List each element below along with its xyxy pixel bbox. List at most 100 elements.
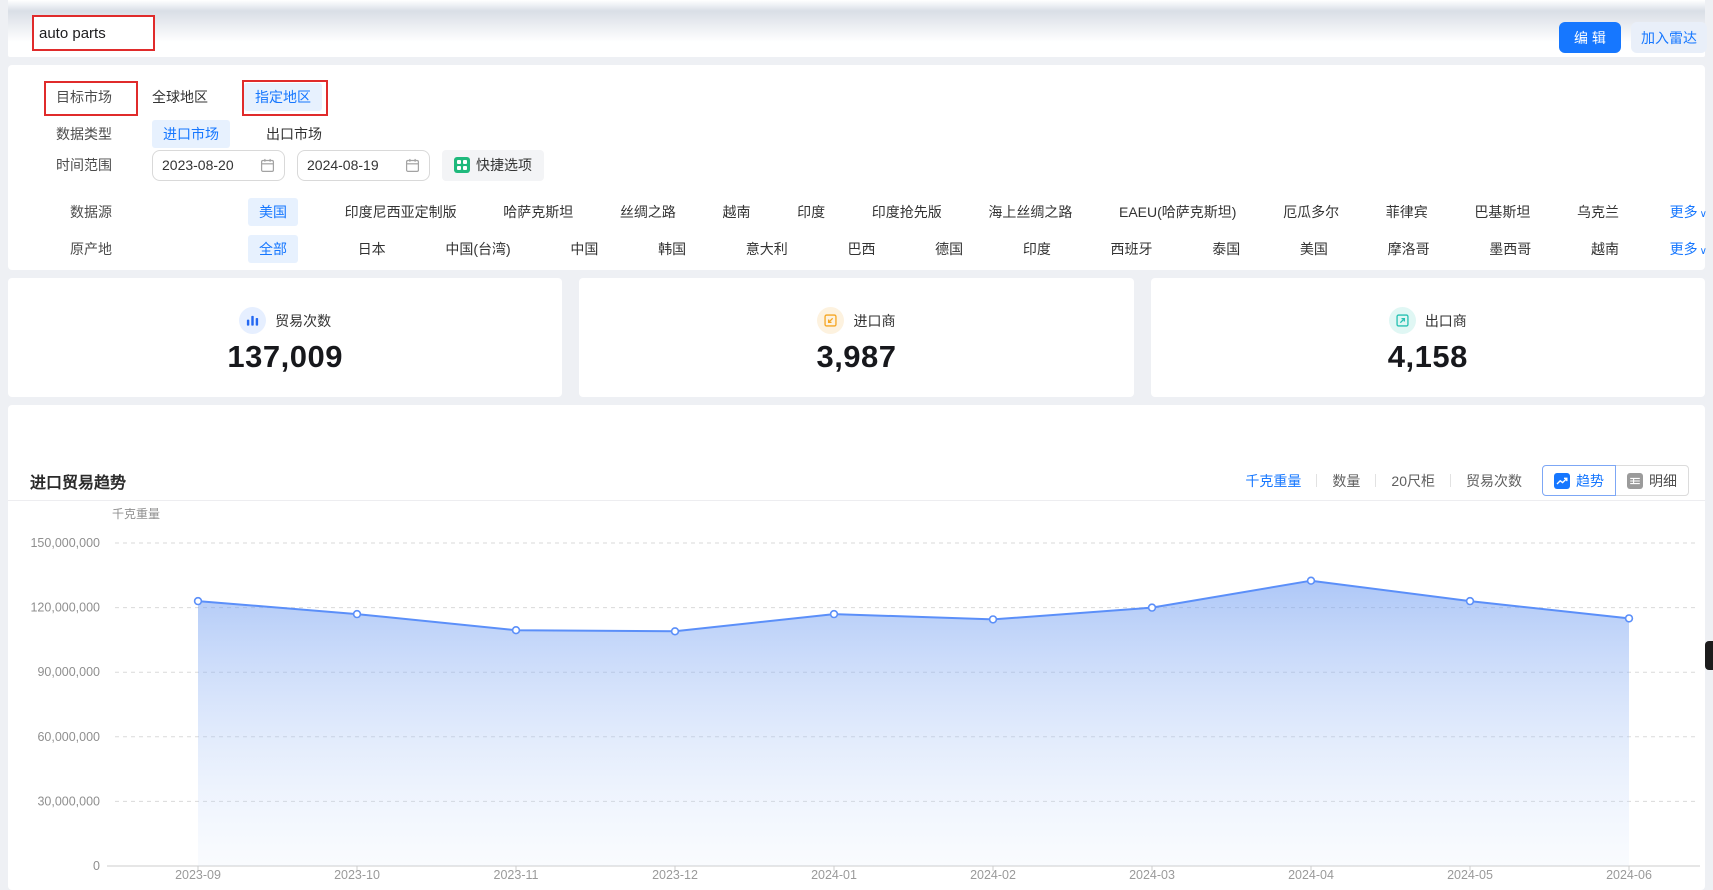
filter-option[interactable]: 哈萨克斯坦 [503, 202, 573, 222]
filter-option[interactable]: 出口市场 [266, 124, 322, 144]
add-to-radar-button[interactable]: 加入雷达 [1631, 22, 1707, 53]
filter-option[interactable]: 指定地区 [244, 83, 322, 111]
stat-card: 进口商3,987 [579, 278, 1133, 397]
x-axis-tick-label: 2023-10 [334, 868, 380, 882]
filter-option[interactable]: 中国(台湾) [445, 239, 510, 259]
filter-option[interactable]: 德国 [935, 239, 963, 259]
time-range-label: 时间范围 [8, 155, 112, 175]
filter-option[interactable]: 菲律宾 [1386, 202, 1428, 222]
target-market-label: 目标市场 [8, 87, 112, 107]
data-point[interactable] [1626, 615, 1633, 622]
data-source-more-link[interactable]: 更多∨ [1670, 202, 1707, 222]
quick-options-label: 快捷选项 [476, 155, 532, 175]
x-axis-tick-label: 2024-02 [970, 868, 1016, 882]
bar-chart-icon [239, 307, 266, 334]
filter-option[interactable]: 墨西哥 [1489, 239, 1531, 259]
x-axis-tick-label: 2023-09 [175, 868, 221, 882]
origin-options: 全部 日本 中国(台湾) 中国 韩国 意大利 巴西 德国 印度 西班牙 泰国 美国 摩洛哥 墨西哥 越南 [248, 235, 1619, 263]
divider [1450, 474, 1451, 487]
filter-option[interactable]: 巴基斯坦 [1474, 202, 1530, 222]
filter-option[interactable]: EAEU(哈萨克斯坦) [1119, 202, 1236, 222]
search-input[interactable]: auto parts [32, 15, 155, 51]
filter-option[interactable]: 乌克兰 [1577, 202, 1619, 222]
data-point[interactable] [354, 611, 361, 618]
divider [1316, 474, 1317, 487]
chart-title: 进口贸易趋势 [30, 469, 126, 493]
page: { "glyphs": {"chevron_down": "∨"}, "colo… [0, 0, 1713, 878]
filter-option[interactable]: 巴西 [847, 239, 875, 259]
filter-option[interactable]: 意大利 [746, 239, 788, 259]
filter-option[interactable]: 越南 [1591, 239, 1619, 259]
filter-panel: 目标市场 全球地区指定地区 数据类型 进口市场出口市场 时间范围 2023-08… [8, 65, 1705, 270]
filter-option[interactable]: 海上丝绸之路 [988, 202, 1072, 222]
data-point[interactable] [831, 611, 838, 618]
filter-option[interactable]: 丝绸之路 [620, 202, 676, 222]
filter-option[interactable]: 摩洛哥 [1388, 239, 1430, 259]
view-toggle-明细[interactable]: 明细 [1615, 465, 1689, 496]
filter-option[interactable]: 泰国 [1212, 239, 1240, 259]
exporter-icon [1389, 307, 1416, 334]
data-point[interactable] [513, 627, 520, 634]
stat-value: 4,158 [1388, 339, 1468, 375]
data-point[interactable] [1467, 598, 1474, 605]
chevron-down-icon: ∨ [1700, 209, 1707, 220]
metric-tab[interactable]: 20尺柜 [1391, 471, 1435, 491]
filter-option[interactable]: 西班牙 [1111, 239, 1153, 259]
filter-option[interactable]: 全部 [248, 235, 298, 263]
search-input-value: auto parts [39, 25, 106, 42]
view-toggle-趋势[interactable]: 趋势 [1542, 465, 1616, 496]
x-axis-tick-label: 2024-01 [811, 868, 857, 882]
filter-option[interactable]: 印度 [797, 202, 825, 222]
filter-row-data-source: 数据源 美国 印度尼西亚定制版 哈萨克斯坦 丝绸之路 越南 印度 印度抢先版 海上丝绸之路 EA… [8, 198, 1705, 226]
filter-row-target-market: 目标市场 全球地区 指定地区 [8, 82, 1705, 112]
more-label: 更多 [1670, 204, 1698, 220]
filter-option[interactable]: 中国 [570, 239, 598, 259]
trend-chart-panel: 进口贸易趋势 千克重量数量20尺柜贸易次数 趋势明细 千克重量 030,000,… [8, 405, 1705, 890]
view-toggle-label: 趋势 [1576, 471, 1604, 491]
more-label: 更多 [1670, 241, 1698, 257]
stat-card-head: 出口商 [1389, 307, 1467, 334]
origin-more-link[interactable]: 更多∨ [1670, 239, 1707, 259]
edit-button[interactable]: 编 辑 [1559, 22, 1621, 53]
metric-tab[interactable]: 数量 [1332, 471, 1360, 491]
filter-option[interactable]: 印度尼西亚定制版 [345, 202, 457, 222]
filter-option[interactable]: 美国 [1300, 239, 1328, 259]
x-axis-tick-label: 2024-05 [1447, 868, 1493, 882]
filter-option[interactable]: 全球地区 [152, 87, 208, 107]
data-point[interactable] [1308, 577, 1315, 584]
data-source-label: 数据源 [8, 202, 112, 222]
stat-label: 出口商 [1425, 311, 1467, 331]
end-date-value: 2024-08-19 [307, 157, 379, 173]
origin-label: 原产地 [8, 239, 112, 259]
y-axis-tick-label: 120,000,000 [30, 601, 100, 615]
data-point[interactable] [1149, 604, 1156, 611]
x-axis-tick-label: 2023-12 [652, 868, 698, 882]
filter-row-data-type: 数据类型 进口市场出口市场 [8, 119, 1705, 149]
calendar-icon [405, 158, 420, 173]
start-date-input[interactable]: 2023-08-20 [152, 150, 285, 181]
stat-label: 进口商 [853, 311, 895, 331]
filter-option[interactable]: 日本 [358, 239, 386, 259]
target-market-options: 全球地区 指定地区 [152, 83, 322, 111]
top-bar: auto parts 编 辑 加入雷达 [8, 0, 1705, 57]
divider [8, 500, 1705, 501]
scrollbar-thumb[interactable] [1705, 641, 1713, 670]
metric-tab[interactable]: 贸易次数 [1466, 471, 1522, 491]
filter-option[interactable]: 印度 [1023, 239, 1051, 259]
data-point[interactable] [672, 628, 679, 635]
filter-option[interactable]: 印度抢先版 [872, 202, 942, 222]
filter-option[interactable]: 厄瓜多尔 [1283, 202, 1339, 222]
filter-option[interactable]: 韩国 [658, 239, 686, 259]
filter-option[interactable]: 越南 [723, 202, 751, 222]
stat-card: 出口商 4,158 [1151, 278, 1705, 397]
filter-option[interactable]: 美国 [248, 198, 298, 226]
end-date-input[interactable]: 2024-08-19 [297, 150, 430, 181]
metric-tab[interactable]: 千克重量 [1245, 471, 1301, 491]
data-point[interactable] [990, 616, 997, 623]
filter-option[interactable]: 进口市场 [152, 120, 230, 148]
table-icon [1627, 473, 1643, 489]
quick-options-button[interactable]: 快捷选项 [442, 150, 544, 181]
start-date-value: 2023-08-20 [162, 157, 234, 173]
divider [1375, 474, 1376, 487]
data-point[interactable] [195, 598, 202, 605]
